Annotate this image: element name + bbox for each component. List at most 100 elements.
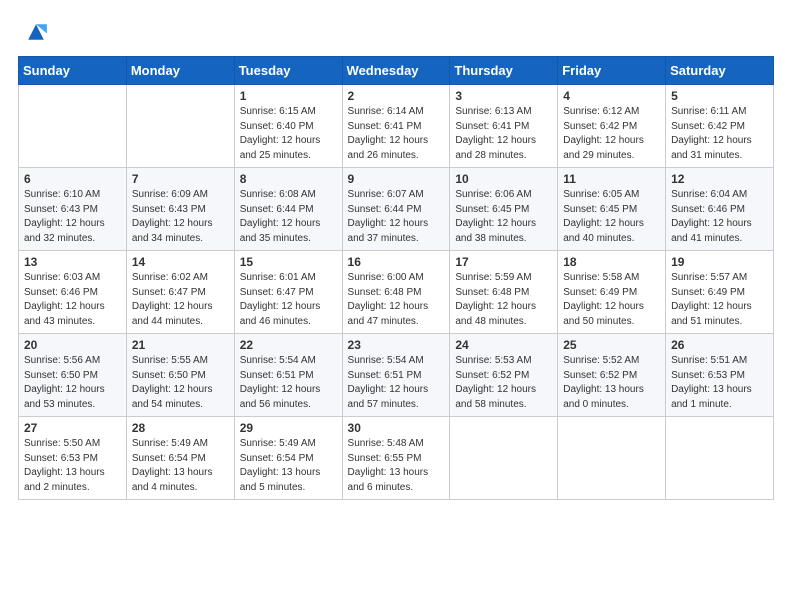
day-cell: 16 Sunrise: 6:00 AMSunset: 6:48 PMDayligh… (342, 251, 450, 334)
day-info: Sunrise: 5:49 AMSunset: 6:54 PMDaylight:… (240, 437, 337, 495)
day-info: Sunrise: 6:06 AMSunset: 6:45 PMDaylight:… (455, 188, 552, 246)
day-number: 5 (671, 89, 768, 103)
day-cell (450, 417, 558, 500)
day-info: Sunrise: 6:12 AMSunset: 6:42 PMDaylight:… (563, 105, 660, 163)
day-number: 17 (455, 255, 552, 269)
day-number: 10 (455, 172, 552, 186)
day-cell: 26Sunrise: 5:51 AMSunset: 6:53 PMDayligh… (666, 334, 774, 417)
day-number: 28 (132, 421, 229, 435)
day-info: Sunrise: 6:00 AMSunset: 6:48 PMDaylight:… (348, 271, 445, 329)
day-number: 12 (671, 172, 768, 186)
day-number: 27 (24, 421, 121, 435)
day-number: 13 (24, 255, 121, 269)
day-info: Sunrise: 5:53 AMSunset: 6:52 PMDaylight:… (455, 354, 552, 412)
weekday-header-monday: Monday (126, 57, 234, 85)
day-cell: 24 Sunrise: 5:53 AMSunset: 6:52 PMDayligh… (450, 334, 558, 417)
day-cell: 3 Sunrise: 6:13 AMSunset: 6:41 PMDaylight… (450, 85, 558, 168)
day-cell: 5 Sunrise: 6:11 AMSunset: 6:42 PMDaylight… (666, 85, 774, 168)
day-cell: 19 Sunrise: 5:57 AMSunset: 6:49 PMDayligh… (666, 251, 774, 334)
day-number: 14 (132, 255, 229, 269)
day-number: 6 (24, 172, 121, 186)
day-cell (666, 417, 774, 500)
header (18, 18, 774, 46)
day-info: Sunrise: 6:15 AMSunset: 6:40 PMDaylight:… (240, 105, 337, 163)
day-cell: 18 Sunrise: 5:58 AMSunset: 6:49 PMDayligh… (558, 251, 666, 334)
day-info: Sunrise: 5:48 AMSunset: 6:55 PMDaylight:… (348, 437, 445, 495)
day-cell (19, 85, 127, 168)
day-info: Sunrise: 5:49 AMSunset: 6:54 PMDaylight:… (132, 437, 229, 495)
day-number: 29 (240, 421, 337, 435)
week-row-2: 6 Sunrise: 6:10 AMSunset: 6:43 PMDaylight… (19, 168, 774, 251)
day-cell: 8Sunrise: 6:08 AMSunset: 6:44 PMDaylight… (234, 168, 342, 251)
day-cell: 20 Sunrise: 5:56 AMSunset: 6:50 PMDayligh… (19, 334, 127, 417)
day-cell (126, 85, 234, 168)
day-cell: 10 Sunrise: 6:06 AMSunset: 6:45 PMDayligh… (450, 168, 558, 251)
day-cell: 2Sunrise: 6:14 AMSunset: 6:41 PMDaylight… (342, 85, 450, 168)
day-cell: 22Sunrise: 5:54 AMSunset: 6:51 PMDayligh… (234, 334, 342, 417)
day-cell: 7 Sunrise: 6:09 AMSunset: 6:43 PMDaylight… (126, 168, 234, 251)
day-info: Sunrise: 6:01 AMSunset: 6:47 PMDaylight:… (240, 271, 337, 329)
day-info: Sunrise: 5:56 AMSunset: 6:50 PMDaylight:… (24, 354, 121, 412)
day-number: 15 (240, 255, 337, 269)
calendar: SundayMondayTuesdayWednesdayThursdayFrid… (18, 56, 774, 500)
day-number: 20 (24, 338, 121, 352)
day-cell: 30 Sunrise: 5:48 AMSunset: 6:55 PMDayligh… (342, 417, 450, 500)
day-cell: 17 Sunrise: 5:59 AMSunset: 6:48 PMDayligh… (450, 251, 558, 334)
day-info: Sunrise: 5:54 AMSunset: 6:51 PMDaylight:… (348, 354, 445, 412)
calendar-header-row: SundayMondayTuesdayWednesdayThursdayFrid… (19, 57, 774, 85)
day-number: 23 (348, 338, 445, 352)
week-row-5: 27Sunrise: 5:50 AMSunset: 6:53 PMDayligh… (19, 417, 774, 500)
day-number: 4 (563, 89, 660, 103)
day-number: 24 (455, 338, 552, 352)
day-number: 19 (671, 255, 768, 269)
day-cell: 6 Sunrise: 6:10 AMSunset: 6:43 PMDaylight… (19, 168, 127, 251)
day-number: 7 (132, 172, 229, 186)
day-cell: 11Sunrise: 6:05 AMSunset: 6:45 PMDayligh… (558, 168, 666, 251)
weekday-header-tuesday: Tuesday (234, 57, 342, 85)
day-info: Sunrise: 5:58 AMSunset: 6:49 PMDaylight:… (563, 271, 660, 329)
day-info: Sunrise: 6:07 AMSunset: 6:44 PMDaylight:… (348, 188, 445, 246)
day-cell (558, 417, 666, 500)
day-number: 21 (132, 338, 229, 352)
day-info: Sunrise: 5:52 AMSunset: 6:52 PMDaylight:… (563, 354, 660, 412)
day-info: Sunrise: 5:57 AMSunset: 6:49 PMDaylight:… (671, 271, 768, 329)
day-cell: 1 Sunrise: 6:15 AMSunset: 6:40 PMDaylight… (234, 85, 342, 168)
day-info: Sunrise: 6:11 AMSunset: 6:42 PMDaylight:… (671, 105, 768, 163)
week-row-4: 20 Sunrise: 5:56 AMSunset: 6:50 PMDayligh… (19, 334, 774, 417)
day-cell: 21 Sunrise: 5:55 AMSunset: 6:50 PMDayligh… (126, 334, 234, 417)
day-cell: 15 Sunrise: 6:01 AMSunset: 6:47 PMDayligh… (234, 251, 342, 334)
day-number: 3 (455, 89, 552, 103)
day-info: Sunrise: 5:51 AMSunset: 6:53 PMDaylight:… (671, 354, 768, 412)
day-info: Sunrise: 6:02 AMSunset: 6:47 PMDaylight:… (132, 271, 229, 329)
weekday-header-saturday: Saturday (666, 57, 774, 85)
day-cell: 27Sunrise: 5:50 AMSunset: 6:53 PMDayligh… (19, 417, 127, 500)
weekday-header-thursday: Thursday (450, 57, 558, 85)
logo-icon (22, 18, 50, 46)
day-cell: 14 Sunrise: 6:02 AMSunset: 6:47 PMDayligh… (126, 251, 234, 334)
weekday-header-sunday: Sunday (19, 57, 127, 85)
day-info: Sunrise: 6:09 AMSunset: 6:43 PMDaylight:… (132, 188, 229, 246)
day-cell: 29 Sunrise: 5:49 AMSunset: 6:54 PMDayligh… (234, 417, 342, 500)
day-number: 30 (348, 421, 445, 435)
day-info: Sunrise: 6:13 AMSunset: 6:41 PMDaylight:… (455, 105, 552, 163)
day-info: Sunrise: 6:03 AMSunset: 6:46 PMDaylight:… (24, 271, 121, 329)
day-cell: 28 Sunrise: 5:49 AMSunset: 6:54 PMDayligh… (126, 417, 234, 500)
day-number: 9 (348, 172, 445, 186)
day-number: 16 (348, 255, 445, 269)
day-cell: 25 Sunrise: 5:52 AMSunset: 6:52 PMDayligh… (558, 334, 666, 417)
day-info: Sunrise: 6:10 AMSunset: 6:43 PMDaylight:… (24, 188, 121, 246)
page: SundayMondayTuesdayWednesdayThursdayFrid… (0, 0, 792, 612)
day-info: Sunrise: 6:14 AMSunset: 6:41 PMDaylight:… (348, 105, 445, 163)
logo (18, 18, 50, 46)
week-row-3: 13 Sunrise: 6:03 AMSunset: 6:46 PMDayligh… (19, 251, 774, 334)
day-info: Sunrise: 5:59 AMSunset: 6:48 PMDaylight:… (455, 271, 552, 329)
day-number: 1 (240, 89, 337, 103)
day-number: 18 (563, 255, 660, 269)
day-number: 25 (563, 338, 660, 352)
day-cell: 12 Sunrise: 6:04 AMSunset: 6:46 PMDayligh… (666, 168, 774, 251)
day-info: Sunrise: 5:55 AMSunset: 6:50 PMDaylight:… (132, 354, 229, 412)
day-info: Sunrise: 6:08 AMSunset: 6:44 PMDaylight:… (240, 188, 337, 246)
day-info: Sunrise: 6:04 AMSunset: 6:46 PMDaylight:… (671, 188, 768, 246)
day-number: 22 (240, 338, 337, 352)
weekday-header-wednesday: Wednesday (342, 57, 450, 85)
